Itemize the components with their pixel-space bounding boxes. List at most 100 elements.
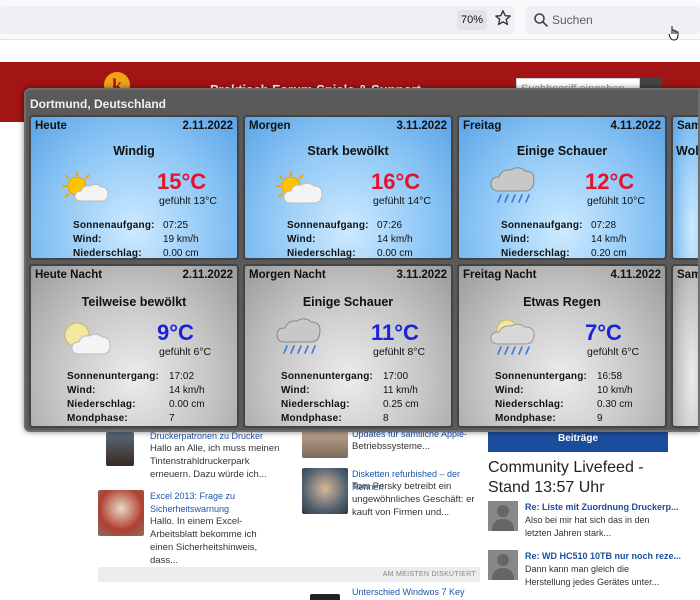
article-item[interactable]: Unterschied Windwos 7 Key und (300, 584, 480, 600)
precip-label: Niederschlag: (501, 248, 570, 259)
moon-cloud-icon (64, 322, 111, 355)
night-forecast-card[interactable]: Heute Nacht 2.11.2022 Teilweise bewölkt … (29, 264, 239, 428)
card-temperature: 16°C (371, 169, 421, 194)
card-temperature: 7°C (585, 320, 622, 345)
feed-item-text: Also bei mir hat sich das in den letzten… (525, 515, 650, 538)
sunrise-label: Sonnenaufgang: (73, 220, 155, 231)
card-night-name: Sams (677, 269, 698, 281)
day-forecast-card[interactable]: Freitag 4.11.2022 Einige Schauer 12°C ge… (457, 115, 667, 260)
moon-phase-label: Mondphase: (495, 413, 556, 424)
sunset-label: Sonnenuntergang: (281, 371, 374, 382)
article-text: Betriebssysteme... (352, 441, 431, 452)
bookmark-star-icon[interactable] (494, 9, 512, 27)
sun-cloud-icon (276, 171, 323, 204)
sunrise-label: Sonnenaufgang: (287, 220, 369, 231)
moon-rain-icon (490, 319, 535, 355)
card-date: 4.11.2022 (610, 269, 661, 281)
livefeed-title: Community Livefeed - Stand 13:57 Uhr (488, 459, 644, 496)
night-forecast-card[interactable]: Freitag Nacht 4.11.2022 Etwas Regen 7°C … (457, 264, 667, 428)
card-day-name: Morgen (249, 120, 291, 132)
article-item[interactable]: Disketten refurbished – der Renner! Tom … (300, 468, 480, 538)
avatar (488, 501, 518, 531)
precip-value: 0.00 cm (377, 248, 413, 259)
article-text: Hallo. In einem Excel-Arbeitsblatt bekom… (150, 516, 258, 566)
sunset-label: Sonnenuntergang: (495, 371, 588, 382)
precip-label: Niederschlag: (67, 399, 136, 410)
article-thumbnail (98, 490, 144, 536)
card-day-name: Sams (677, 120, 698, 132)
precip-value: 0.30 cm (597, 399, 633, 410)
wind-label: Wind: (281, 385, 310, 396)
card-condition: Teilweise bewölkt (81, 295, 187, 309)
sunrise-label: Sonnenaufgang: (501, 220, 583, 231)
wind-value: 19 km/h (163, 234, 199, 245)
day-forecast-card[interactable]: Heute 2.11.2022 Windig 15°C gefühlt 13°C… (29, 115, 239, 260)
rain-cloud-icon (276, 318, 321, 354)
avatar (488, 550, 518, 580)
article-title[interactable]: Excel 2013: Frage zu Sicherheitswarnung (150, 490, 270, 516)
wind-label: Wind: (501, 234, 530, 245)
card-condition: Einige Schauer (302, 295, 394, 309)
sunrise-value: 07:28 (591, 220, 617, 231)
card-date: 3.11.2022 (396, 269, 447, 281)
weather-overlay: Dortmund, Deutschland Heute 2.11.2022 Wi… (24, 88, 700, 432)
wind-label: Wind: (67, 385, 96, 396)
hand-cursor-icon (668, 26, 679, 41)
rain-cloud-icon (490, 167, 535, 203)
article-title[interactable]: Unterschied Windwos 7 Key und (352, 586, 480, 600)
sunset-value: 16:58 (597, 371, 623, 382)
card-date: 3.11.2022 (396, 120, 447, 132)
weather-location: Dortmund, Deutschland (30, 97, 167, 111)
night-forecast-card[interactable]: Morgen Nacht 3.11.2022 Einige Schauer 11… (243, 264, 453, 428)
article-item[interactable]: Druckerpatronen zu Drucker Hallo an Alle… (96, 428, 286, 488)
wind-label: Wind: (287, 234, 316, 245)
sunset-label: Sonnenuntergang: (67, 371, 160, 382)
card-temperature: 12°C (585, 169, 635, 194)
card-day-name: Heute (35, 120, 67, 132)
precip-label: Niederschlag: (73, 248, 142, 259)
sidebar: Beiträge Community Livefeed - Stand 13:5… (486, 428, 700, 600)
moon-phase-value: 9 (597, 413, 603, 424)
card-date: 4.11.2022 (610, 120, 661, 132)
feed-item-title[interactable]: Re: WD HC510 10TB nur noch reze... (525, 550, 681, 563)
card-night-name: Heute Nacht (35, 269, 103, 281)
card-feels-like: gefühlt 6°C (587, 346, 640, 358)
article-item[interactable]: Updates für sämtliche Apple- Betriebssys… (300, 428, 480, 468)
card-night-name: Freitag Nacht (463, 269, 537, 281)
moon-phase-label: Mondphase: (67, 413, 128, 424)
moon-phase-value: 7 (169, 413, 175, 424)
precip-value: 0.00 cm (169, 399, 205, 410)
sun-cloud-icon (62, 171, 109, 202)
sunrise-value: 07:25 (163, 220, 189, 231)
article-item[interactable]: Excel 2013: Frage zu Sicherheitswarnung … (96, 490, 286, 566)
search-icon (534, 13, 548, 27)
feed-item-text: Dann kann man gleich die Herstellung jed… (525, 564, 660, 587)
wind-value: 14 km/h (377, 234, 413, 245)
day-forecast-card[interactable]: Morgen 3.11.2022 Stark bewölkt 16°C gefü… (243, 115, 453, 260)
feed-item-title[interactable]: Re: Liste mit Zuordnung Druckerp... (525, 501, 679, 514)
feed-item[interactable]: Re: Liste mit Zuordnung Druckerp... Also… (488, 501, 679, 543)
card-feels-like: gefühlt 6°C (159, 346, 212, 358)
url-bar[interactable] (0, 6, 515, 34)
wind-value: 14 km/h (169, 385, 205, 396)
precip-value: 0.25 cm (383, 399, 419, 410)
section-bar: AM MEISTEN DISKUTIERT (98, 567, 480, 582)
feed-item[interactable]: Re: WD HC510 10TB nur noch reze... Dann … (488, 550, 681, 592)
wind-label: Wind: (73, 234, 102, 245)
article-thumbnail (106, 432, 134, 466)
card-condition: Stark bewölkt (307, 144, 389, 158)
article-text: Hallo an Alle, ich muss meinen Tintenstr… (150, 443, 280, 480)
card-feels-like: gefühlt 14°C (373, 195, 431, 207)
precip-label: Niederschlag: (287, 248, 356, 259)
article-thumbnail (302, 468, 348, 514)
wind-value: 10 km/h (597, 385, 633, 396)
night-forecast-card[interactable]: Sams (671, 264, 698, 428)
card-temperature: 11°C (371, 320, 419, 345)
sunset-value: 17:02 (169, 371, 195, 382)
card-condition: Windig (113, 144, 155, 158)
article-thumbnail (302, 430, 348, 458)
zoom-level-badge[interactable]: 70% (457, 10, 487, 30)
day-forecast-card[interactable]: Sams Wol (671, 115, 698, 260)
wind-label: Wind: (495, 385, 524, 396)
browser-toolbar: 70% Suchen (0, 0, 700, 41)
